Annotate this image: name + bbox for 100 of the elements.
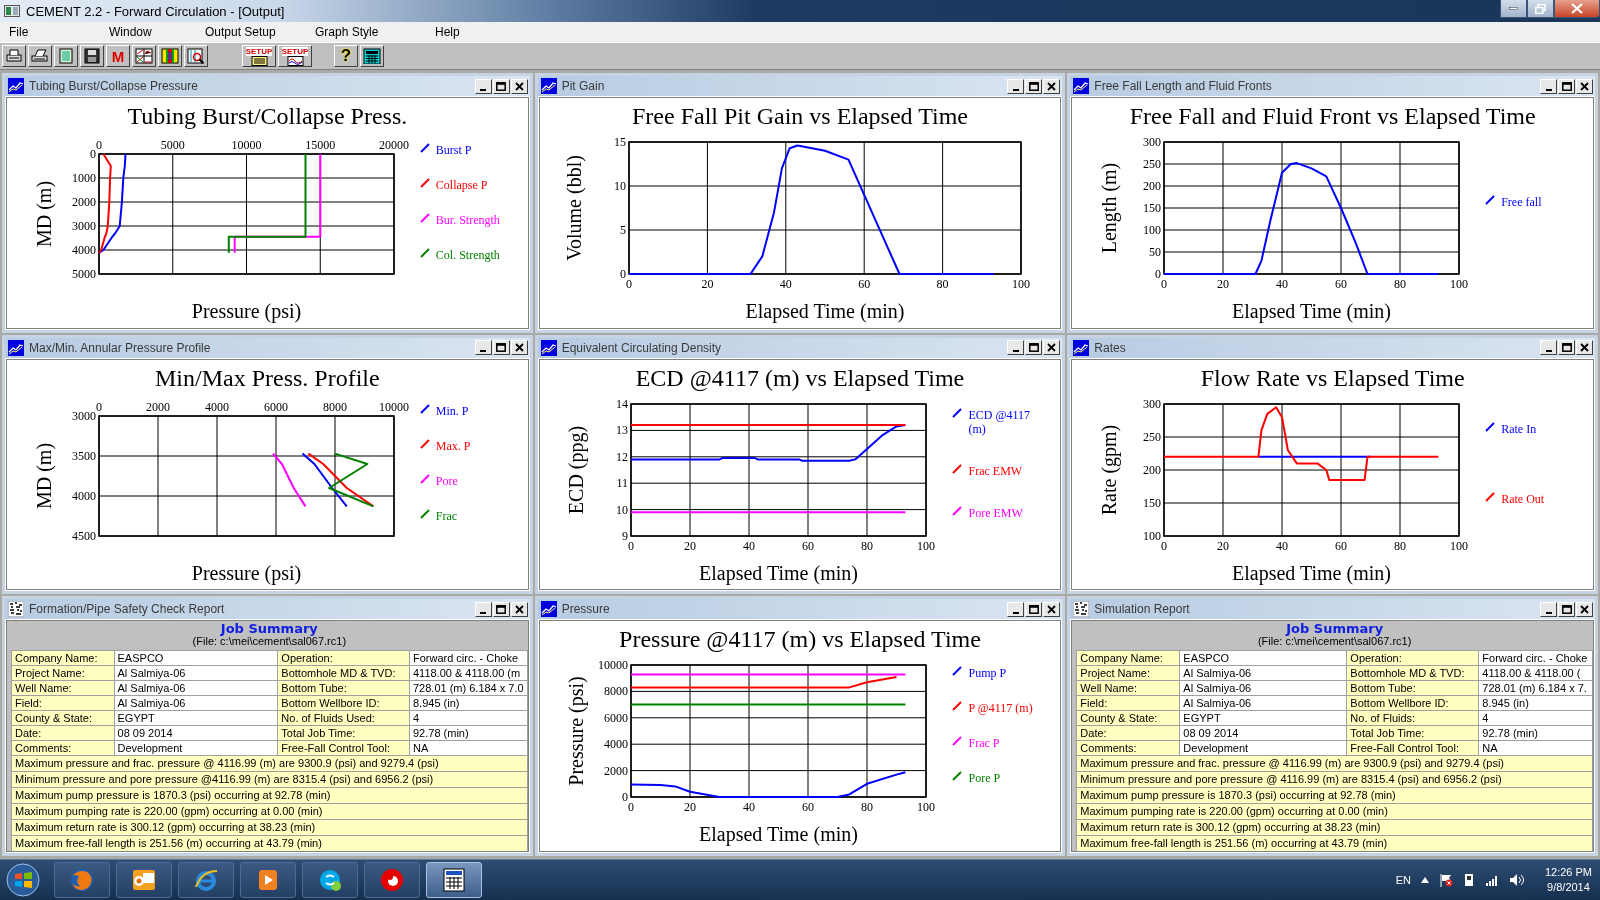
tick-label: 50 — [1149, 245, 1162, 259]
tick-label: 40 — [743, 538, 756, 553]
tick-label: 4000 — [71, 243, 96, 257]
tick-label: 60 — [1335, 538, 1348, 553]
tick-label: 80 — [861, 538, 874, 553]
menu-item[interactable]: File — [6, 24, 32, 40]
toolbar-button[interactable]: SETUP — [278, 45, 312, 67]
legend-label: Burst P — [435, 142, 472, 157]
tick-label: 2000 — [604, 763, 629, 778]
tick-label: 100 — [1143, 528, 1162, 543]
menu-item[interactable]: Output Setup — [202, 24, 279, 40]
tick-label: 40 — [1276, 277, 1289, 291]
language-indicator[interactable]: EN — [1395, 874, 1411, 886]
field-value: Forward circ. - Choke — [409, 650, 528, 666]
clock-time[interactable]: 12:26 PM — [1544, 865, 1592, 880]
axis-label: Elapsed Time (min) — [699, 823, 859, 846]
tick-label: 12 — [616, 449, 629, 464]
tick-label: 10 — [616, 502, 629, 517]
tick-label: 0 — [1161, 277, 1168, 291]
tick-label: 1000 — [71, 171, 96, 185]
tick-label: 20000 — [378, 138, 409, 152]
axis-label: Pressure (psi) — [191, 561, 302, 584]
tick-label: 10000 — [231, 138, 262, 152]
field-label: Operation: — [277, 650, 410, 666]
child-window-title: Equivalent Circulating Density — [561, 340, 723, 355]
axis-label: MD (m) — [32, 442, 55, 509]
legend-label: P @4117 (m) — [968, 700, 1033, 715]
tick-label: 3000 — [71, 408, 96, 423]
legend-label: Pore — [435, 474, 458, 489]
legend-label: Pore P — [968, 770, 1001, 785]
child-window-title: Pit Gain — [561, 79, 606, 93]
tick-label: 0 — [620, 267, 626, 281]
field-label: Company Name: — [11, 650, 115, 666]
legend-label: Min. P — [435, 404, 469, 419]
legend-label: Max. P — [435, 439, 471, 454]
menu-item[interactable]: Help — [432, 24, 463, 40]
tick-label: 8000 — [322, 399, 347, 414]
tick-label: 4000 — [71, 488, 96, 503]
toolbar-button[interactable]: SETUP — [242, 45, 276, 67]
tick-label: 4000 — [204, 399, 229, 414]
toolbar-button[interactable]: ? — [334, 45, 358, 67]
axis-label: MD (m) — [32, 180, 55, 248]
tick-label: 0 — [628, 538, 635, 553]
legend-label: Rate Out — [1501, 491, 1545, 506]
chart-title: ECD @4117 (m) vs Elapsed Time — [635, 363, 965, 392]
tick-label: 10000 — [598, 658, 629, 673]
tick-label: 250 — [1143, 157, 1162, 171]
tick-label: 5000 — [160, 138, 185, 152]
menu-item[interactable]: Window — [106, 24, 155, 40]
tick-label: 3000 — [71, 219, 96, 233]
report-heading: Job Summary — [220, 622, 318, 636]
tick-label: 11 — [616, 475, 629, 490]
tick-label: 60 — [802, 800, 815, 815]
tick-label: 0 — [89, 147, 96, 161]
child-window-title: Max/Min. Annular Pressure Profile — [29, 340, 212, 355]
axis-label: Pressure (psi) — [565, 676, 588, 787]
tick-label: 80 — [861, 800, 874, 815]
tick-label: 0 — [626, 277, 632, 291]
file-path: (File: c:\mei\cement\sal067.rc1) — [192, 635, 347, 649]
tick-label: 20 — [701, 277, 714, 291]
field-value: Forward circ. - Choke — [1478, 650, 1593, 666]
tick-label: 150 — [1143, 495, 1162, 510]
tick-label: 80 — [936, 277, 949, 291]
setup-label: SETUP — [245, 46, 273, 56]
tick-label: 10 — [614, 179, 626, 193]
tick-label: 60 — [802, 538, 815, 553]
child-window-title: Formation/Pipe Safety Check Report — [29, 602, 226, 617]
axis-label: ECD (ppg) — [565, 425, 588, 514]
tick-label: 20 — [1217, 538, 1230, 553]
legend-label: Col. Strength — [435, 247, 500, 262]
child-window-title: Tubing Burst/Collapse Pressure — [29, 79, 199, 93]
file-path: (File: c:\mei\cement\sal067.rc1) — [1257, 635, 1412, 649]
tick-label: 3500 — [71, 448, 96, 463]
legend-label: Pore EMW — [968, 505, 1023, 520]
tick-label: 0 — [628, 800, 635, 815]
menu-item[interactable]: Graph Style — [312, 24, 382, 40]
tick-label: 8000 — [604, 684, 629, 699]
tick-label: 2000 — [71, 195, 96, 209]
tick-label: 300 — [1143, 135, 1162, 149]
legend-label: Pump P — [968, 665, 1007, 680]
chart-title: Free Fall Pit Gain vs Elapsed Time — [632, 102, 968, 130]
axis-label: Elapsed Time (min) — [1232, 300, 1392, 322]
tick-label: 6000 — [263, 399, 288, 414]
legend-label: Frac — [435, 509, 458, 524]
legend-label: ECD @4117 (m) — [968, 407, 1032, 436]
tick-label: 5 — [620, 223, 626, 237]
axis-label: Rate (gpm) — [1098, 424, 1121, 515]
legend-label: Free fall — [1501, 195, 1542, 209]
legend-label: Frac P — [968, 735, 1000, 750]
clock-date[interactable]: 9/8/2014 — [1547, 880, 1590, 895]
field-label: Company Name: — [1076, 650, 1180, 666]
child-window-title: Pressure — [561, 602, 611, 617]
tick-label: 200 — [1143, 462, 1162, 477]
tick-label: 0 — [95, 399, 102, 414]
axis-label: Elapsed Time (min) — [1232, 561, 1392, 584]
tick-label: 0 — [95, 138, 102, 152]
axis-label: Elapsed Time (min) — [699, 561, 859, 584]
tick-label: 10000 — [378, 399, 409, 414]
tick-label: 13 — [616, 423, 629, 438]
tick-label: 6000 — [604, 711, 629, 726]
